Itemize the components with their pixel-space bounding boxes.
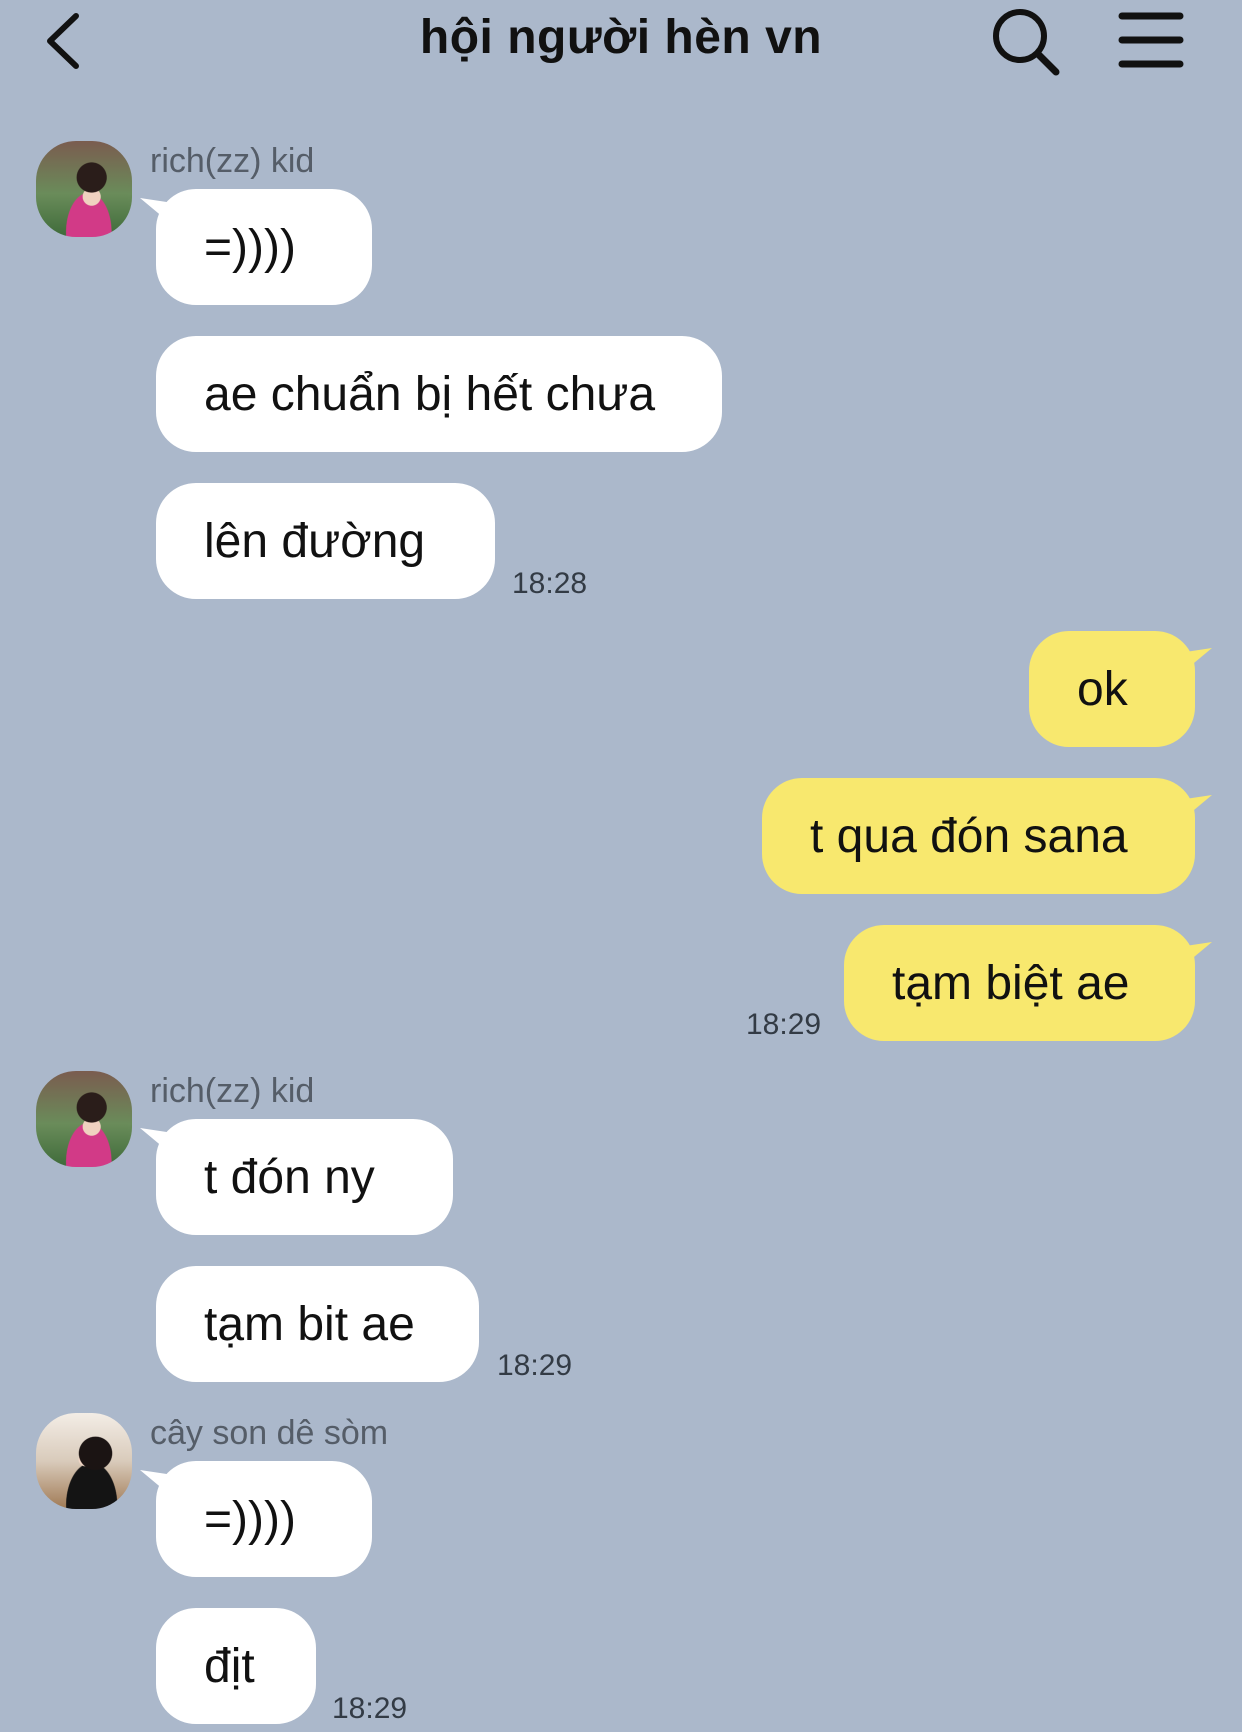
search-button[interactable] (990, 6, 1062, 78)
message-bubble[interactable]: địt (156, 1608, 316, 1724)
search-icon (993, 9, 1060, 76)
chat-header: hội người hèn vn (0, 0, 1242, 84)
message-time: 18:29 (497, 1349, 573, 1382)
menu-icon (1118, 12, 1184, 68)
message-bubble[interactable]: tạm bit ae (156, 1266, 479, 1382)
avatar[interactable] (36, 1413, 132, 1509)
message-bubble[interactable]: ae chuẩn bị hết chưa (156, 336, 722, 452)
avatar[interactable] (36, 141, 132, 237)
message-time: 18:29 (746, 1008, 822, 1041)
menu-button[interactable] (1118, 10, 1184, 70)
message-bubble[interactable]: lên đường (156, 483, 495, 599)
message-time: 18:29 (332, 1692, 408, 1725)
sender-name: rich(zz) kid (150, 1072, 315, 1110)
message-bubble[interactable]: ok (1029, 631, 1195, 747)
sender-name: rich(zz) kid (150, 142, 315, 180)
message-bubble[interactable]: tạm biệt ae (844, 925, 1195, 1041)
message-bubble[interactable]: t qua đón sana (762, 778, 1195, 894)
message-bubble[interactable]: =)))) (156, 1461, 372, 1577)
message-time: 18:28 (512, 567, 588, 600)
avatar[interactable] (36, 1071, 132, 1167)
message-bubble[interactable]: t đón ny (156, 1119, 453, 1235)
sender-name: cây son dê sòm (150, 1414, 389, 1452)
message-bubble[interactable]: =)))) (156, 189, 372, 305)
